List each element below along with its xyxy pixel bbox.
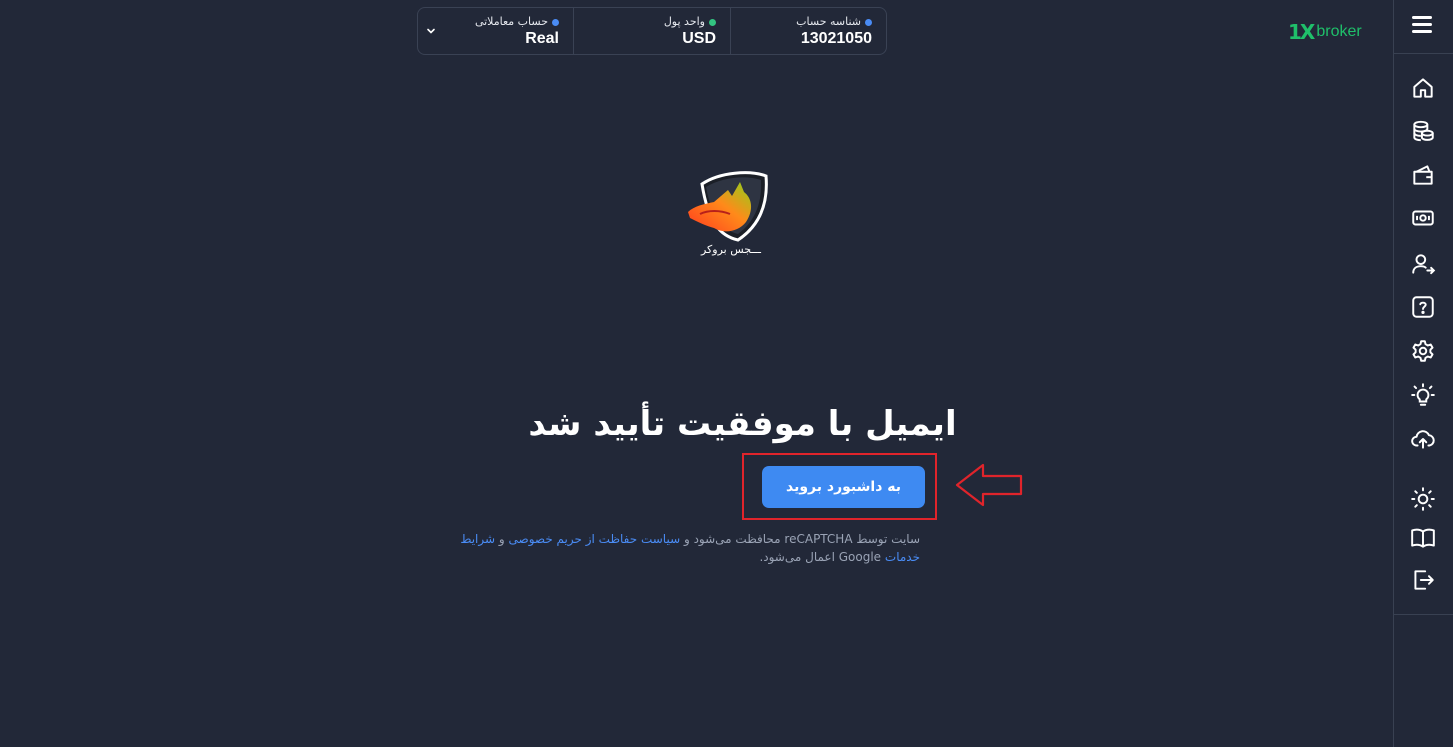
menu-icon[interactable]: [1409, 14, 1435, 38]
status-dot: [552, 18, 559, 26]
coins-icon[interactable]: [1410, 118, 1436, 144]
recaptcha-text: Google اعمال می‌شود.: [759, 550, 885, 564]
account-info-bar: حساب معاملاتی Real واحد پول USD شناسه حس…: [417, 7, 887, 55]
user-transfer-icon[interactable]: [1410, 251, 1436, 277]
sidebar-divider: [1394, 614, 1453, 615]
status-dot: [865, 18, 872, 26]
currency-value: USD: [682, 30, 716, 47]
recaptcha-text: سایت توسط reCAPTCHA محافظت می‌شود و: [680, 532, 920, 546]
settings-icon[interactable]: [1410, 338, 1436, 364]
help-icon[interactable]: [1410, 294, 1436, 320]
currency-label: واحد پول: [664, 15, 716, 28]
account-id-label: شناسه حساب: [796, 15, 872, 28]
recaptcha-notice: سایت توسط reCAPTCHA محافظت می‌شود و سیاس…: [440, 530, 920, 566]
account-type-label: حساب معاملاتی: [475, 15, 559, 28]
account-id-value: 13021050: [800, 30, 872, 47]
logo-caption: ـــجس بروکر: [700, 243, 762, 256]
brand-text: broker: [1316, 23, 1362, 40]
status-dot: [709, 18, 716, 26]
privacy-policy-link[interactable]: سیاست حفاظت از حریم خصوصی: [509, 532, 681, 546]
home-icon[interactable]: [1410, 75, 1436, 101]
account-type-value: Real: [525, 30, 559, 47]
brand-logo[interactable]: 1X broker: [1288, 20, 1362, 44]
brand-mark: 1X: [1288, 20, 1315, 44]
sidebar-divider: [1394, 53, 1453, 54]
wallet-icon[interactable]: [1410, 162, 1436, 188]
sun-icon[interactable]: [1410, 486, 1436, 512]
sidebar: [1393, 0, 1453, 747]
logout-icon[interactable]: [1410, 567, 1436, 593]
chevron-down-icon[interactable]: [425, 25, 437, 37]
recaptcha-text: و: [495, 532, 509, 546]
lightbulb-icon[interactable]: [1410, 382, 1436, 408]
account-id-cell: شناسه حساب 13021050: [731, 8, 886, 54]
annotation-arrow-icon: [955, 463, 1023, 507]
book-icon[interactable]: [1410, 525, 1436, 551]
account-type-selector[interactable]: حساب معاملاتی Real: [418, 8, 574, 54]
page-title: ایمیل با موفقیت تأیید شد: [528, 404, 957, 444]
go-to-dashboard-button[interactable]: به داشبورد بروید: [762, 466, 925, 508]
money-icon[interactable]: [1410, 205, 1436, 231]
upload-cloud-icon[interactable]: [1410, 426, 1436, 452]
currency-cell: واحد پول USD: [574, 8, 731, 54]
